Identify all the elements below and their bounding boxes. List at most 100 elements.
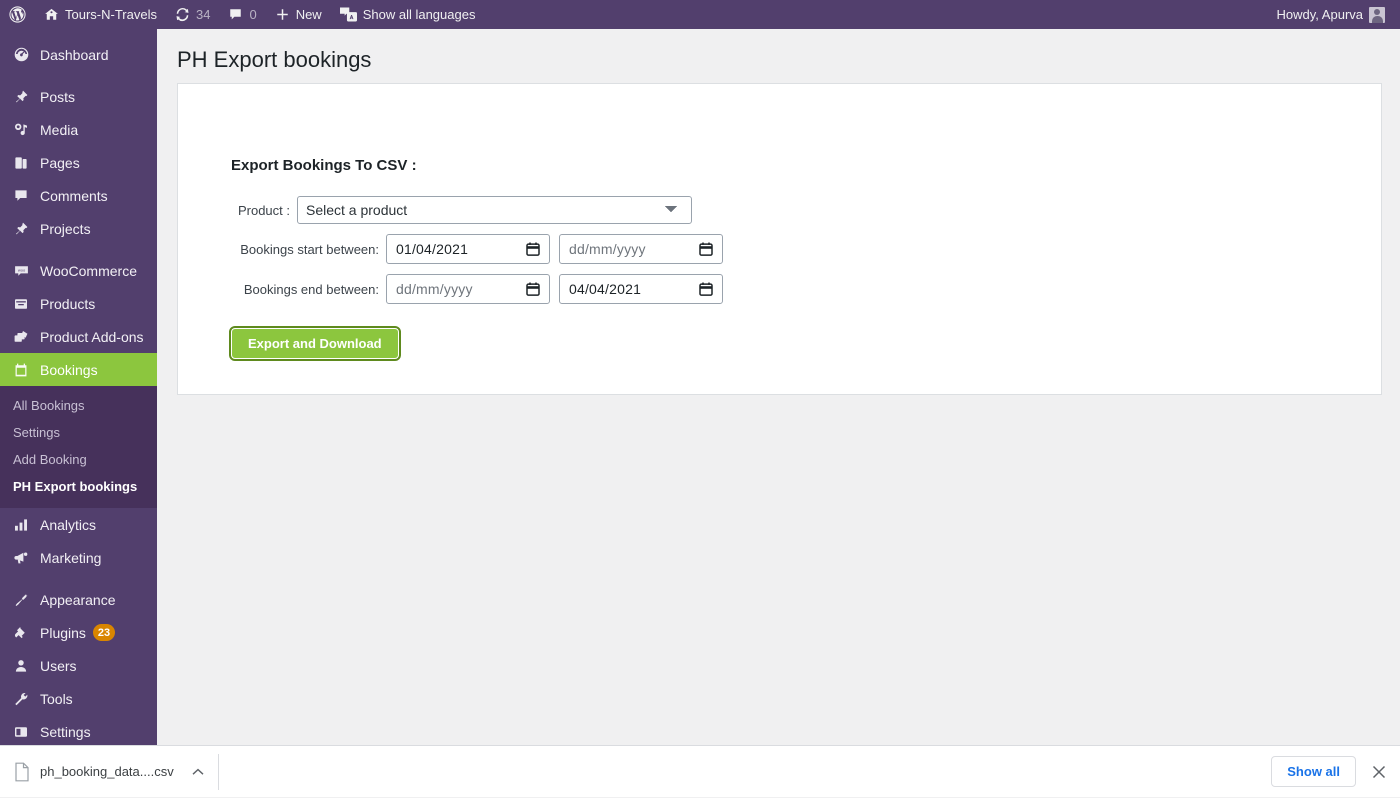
bookings-end-label: Bookings end between: [243,281,379,297]
sidebar-item-products[interactable]: Products [0,287,157,320]
sidebar-item-label: WooCommerce [40,262,137,279]
sidebar-item-label: Product Add-ons [40,328,144,345]
sidebar-item-posts[interactable]: Posts [0,80,157,113]
content-area: PH Export bookings Export Bookings To CS… [157,29,1400,745]
sidebar-item-all-bookings[interactable]: All Bookings [0,392,157,419]
bookings-end-row: Bookings end between: dd/mm/yyyy 04/04/2… [231,274,1381,304]
sidebar-item-analytics[interactable]: Analytics [0,508,157,541]
bookings-end-from-value: dd/mm/yyyy [396,281,473,297]
sidebar-item-label: Dashboard [40,46,109,63]
sidebar-item-label: Marketing [40,549,102,566]
calendar-picker-icon[interactable] [526,282,540,297]
close-icon[interactable] [1356,765,1400,779]
sidebar-item-label: Media [40,121,79,138]
calendar-picker-icon[interactable] [699,242,713,257]
plugins-update-badge: 23 [92,624,116,641]
plus-icon [275,7,290,22]
sidebar-item-dashboard[interactable]: Dashboard [0,38,157,71]
users-icon [11,656,31,676]
appearance-icon [11,590,31,610]
export-form: Export Bookings To CSV : Product : Selec… [178,84,1381,361]
site-name-label: Tours-N-Travels [65,7,157,22]
products-icon [11,294,31,314]
show-all-downloads-button[interactable]: Show all [1271,756,1356,787]
sidebar-item-label: Pages [40,154,80,171]
product-select[interactable]: Select a product [297,196,692,224]
sidebar-item-projects[interactable]: Projects [0,212,157,245]
sidebar-item-label: Analytics [40,516,97,533]
avatar [1369,6,1385,23]
bookings-end-to-input[interactable]: 04/04/2021 [559,274,723,304]
sidebar-item-comments[interactable]: Comments [0,179,157,212]
download-item[interactable]: ph_booking_data....csv [0,746,212,798]
calendar-picker-icon[interactable] [699,282,713,297]
product-addons-icon [11,327,31,347]
translate-icon [339,7,357,22]
sidebar-item-ph-export-bookings[interactable]: PH Export bookings [0,473,157,500]
calendar-picker-icon[interactable] [526,242,540,257]
new-label: New [295,7,322,22]
sidebar-item-tools[interactable]: Tools [0,682,157,715]
wordpress-logo-icon [9,6,26,23]
sidebar-item-woocommerce[interactable]: woo WooCommerce [0,254,157,287]
sidebar-item-label: Users [40,657,77,674]
sidebar-item-label: Bookings [40,361,98,378]
download-file-name: ph_booking_data....csv [40,764,174,779]
comments-menu[interactable]: 0 [219,0,265,29]
calendar-icon [11,360,31,380]
updates-menu[interactable]: 34 [166,0,219,29]
howdy-label: Howdy, Apurva [1276,7,1363,22]
bookings-start-label: Bookings start between: [240,241,379,257]
sidebar-item-plugins[interactable]: Plugins 23 [0,616,157,649]
sidebar-item-pages[interactable]: Pages [0,146,157,179]
sidebar-item-product-add-ons[interactable]: Product Add-ons [0,320,157,353]
bookings-end-from-input[interactable]: dd/mm/yyyy [386,274,550,304]
chevron-up-icon[interactable] [184,768,212,776]
sidebar-item-label: Tools [40,690,73,707]
bookings-end-to-value: 04/04/2021 [569,281,642,297]
sidebar-item-label: Appearance [40,591,116,608]
sidebar-item-appearance[interactable]: Appearance [0,583,157,616]
updates-count: 34 [195,7,211,22]
languages-label: Show all languages [362,7,476,22]
comments-count: 0 [249,7,257,22]
sidebar-item-marketing[interactable]: Marketing [0,541,157,574]
bookings-start-to-input[interactable]: dd/mm/yyyy [559,234,723,264]
comment-bubble-icon [228,7,243,22]
new-content-menu[interactable]: New [266,0,331,29]
export-panel: Export Bookings To CSV : Product : Selec… [177,83,1382,395]
sidebar-top-gap [0,29,157,38]
sidebar-item-add-booking[interactable]: Add Booking [0,446,157,473]
plugins-icon [11,623,31,643]
settings-icon [11,722,31,742]
my-account-menu[interactable]: Howdy, Apurva [1268,0,1394,29]
bookings-start-from-value: 01/04/2021 [396,241,469,257]
file-icon [14,762,30,782]
download-bar-divider [217,753,219,790]
home-icon [44,7,59,22]
export-and-download-button[interactable]: Export and Download [229,326,401,361]
tools-icon [11,689,31,709]
wp-logo-menu[interactable] [0,0,35,29]
page-title: PH Export bookings [177,47,372,72]
woocommerce-icon: woo [11,261,31,281]
sidebar-item-bookings[interactable]: Bookings [0,353,157,386]
sidebar-item-settings[interactable]: Settings [0,715,157,745]
sidebar-item-bookings-settings[interactable]: Settings [0,419,157,446]
sidebar-submenu-bookings[interactable]: All Bookings Settings Add Booking PH Exp… [0,386,157,508]
bookings-start-from-input[interactable]: 01/04/2021 [386,234,550,264]
sidebar-item-label: Posts [40,88,76,105]
analytics-icon [11,515,31,535]
sidebar-item-media[interactable]: Media [0,113,157,146]
sidebar-item-users[interactable]: Users [0,649,157,682]
site-name-menu[interactable]: Tours-N-Travels [35,0,166,29]
media-icon [11,120,31,140]
languages-menu[interactable]: Show all languages [331,0,485,29]
pages-icon [11,153,31,173]
admin-sidebar-menu[interactable]: Dashboard Posts Media Pages Comments Pro… [0,29,157,745]
svg-text:woo: woo [17,267,25,272]
pin-icon [11,219,31,239]
